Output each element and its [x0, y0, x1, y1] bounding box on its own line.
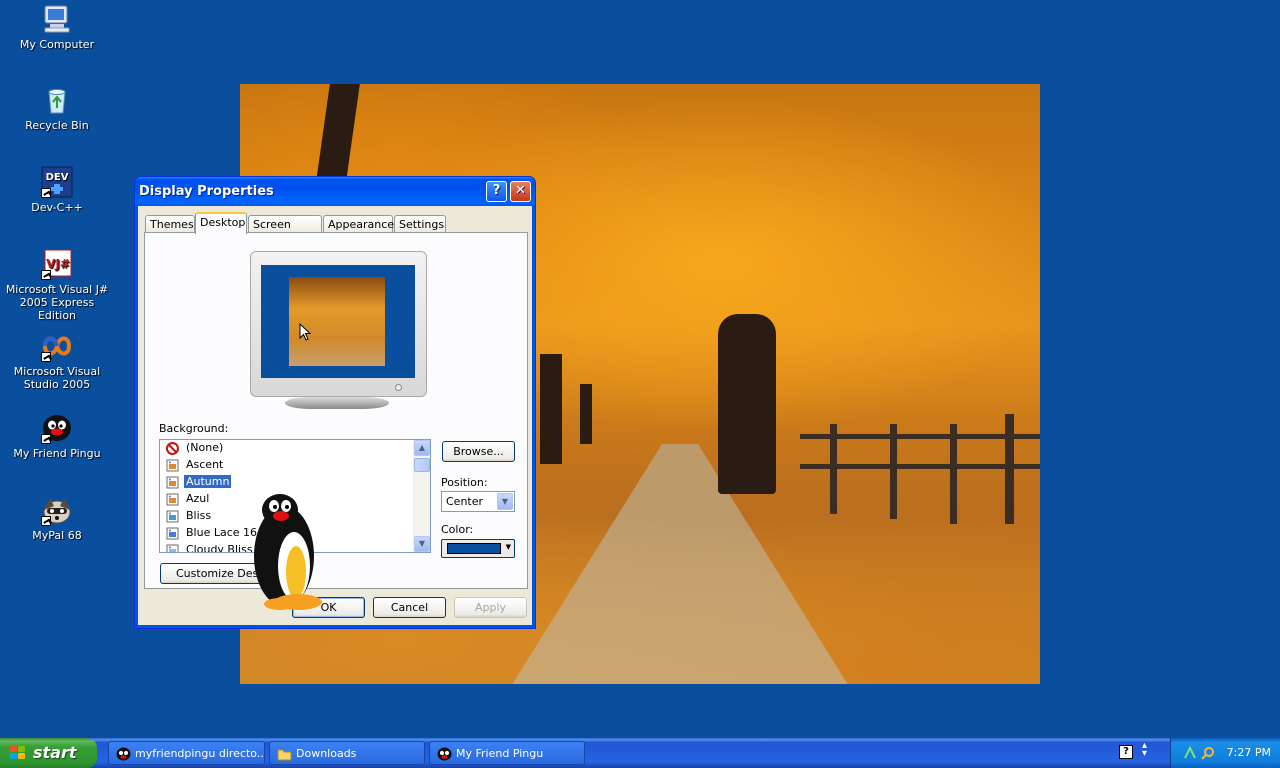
pingu-character-icon[interactable] — [250, 492, 324, 616]
taskbar-button-label: Downloads — [296, 747, 357, 760]
list-item-label: Azul — [186, 492, 210, 505]
cancel-button[interactable]: Cancel — [373, 597, 446, 618]
my-computer-icon — [41, 3, 73, 35]
close-button[interactable]: ✕ — [510, 181, 531, 202]
tab-desktop[interactable]: Desktop — [195, 212, 247, 234]
shortcut-arrow-icon — [41, 516, 51, 526]
position-select-value: Center — [446, 495, 484, 508]
image-file-icon — [166, 527, 179, 540]
folder-icon — [277, 749, 292, 761]
pingu-icon — [41, 412, 73, 444]
taskbar: start myfriendpingu directo... Downloads… — [0, 738, 1280, 768]
search-icon[interactable] — [1201, 746, 1215, 760]
monitor-stand — [285, 397, 389, 409]
listbox-scrollbar[interactable]: ▲ ▼ — [413, 440, 430, 552]
visual-jsharp-icon: VJ# — [41, 248, 73, 280]
desktop-icon-label: My Friend Pingu — [13, 447, 101, 460]
taskbar-button-label: myfriendpingu directo... — [135, 747, 265, 760]
list-item-label: (None) — [186, 441, 224, 454]
image-file-icon — [166, 510, 179, 523]
shortcut-arrow-icon — [41, 352, 51, 362]
monitor-preview-screen — [261, 265, 415, 378]
system-tray: 7:27 PM — [1170, 738, 1280, 768]
dialog-title-bar[interactable]: Display Properties ? ✕ — [135, 177, 535, 206]
taskbar-button-label: My Friend Pingu — [456, 747, 544, 760]
desktop-icon-label: My Computer — [19, 38, 95, 51]
list-item-label: Autumn — [182, 474, 233, 489]
list-item-label: Cloudy Bliss — [186, 543, 253, 553]
monitor-power-light — [395, 384, 402, 391]
visual-studio-icon — [41, 330, 73, 362]
none-icon — [166, 442, 179, 455]
position-label: Position: — [441, 476, 488, 489]
dialog-title: Display Properties — [139, 184, 274, 199]
windows-flag-icon — [10, 746, 26, 761]
desktop-icon-label: MyPal 68 — [32, 529, 82, 542]
pingu-small-icon — [437, 747, 452, 761]
list-item-label: Blue Lace 16 — [186, 526, 258, 539]
scroll-down-icon[interactable]: ▼ — [414, 536, 430, 552]
desktop-icon-label: Recycle Bin — [25, 119, 89, 132]
image-file-icon — [166, 476, 179, 489]
mypal-icon — [41, 494, 73, 526]
help-button[interactable]: ? — [486, 181, 507, 202]
shortcut-arrow-icon — [41, 188, 51, 198]
recycle-bin-icon — [41, 84, 73, 116]
taskbar-button-downloads[interactable]: Downloads — [269, 741, 425, 765]
help-tray-icon[interactable]: ? — [1119, 745, 1133, 759]
monitor-preview — [250, 251, 427, 397]
list-item-label: Bliss — [186, 509, 212, 522]
list-item[interactable]: Ascent — [160, 457, 430, 474]
start-label: start — [33, 743, 77, 762]
desktop-icon-visual-studio[interactable]: Microsoft Visual Studio 2005 — [2, 330, 112, 391]
desktop-icon-recycle-bin[interactable]: Recycle Bin — [2, 84, 112, 132]
clock[interactable]: 7:27 PM — [1227, 746, 1271, 759]
desktop-icon-visual-jsharp[interactable]: VJ# Microsoft Visual J# 2005 Express Edi… — [2, 248, 112, 322]
svg-text:DEV: DEV — [46, 172, 69, 183]
dev-cpp-icon: DEV — [41, 166, 73, 198]
scroll-up-icon[interactable]: ▲ — [414, 440, 430, 456]
desktop-icon-label: Microsoft Visual Studio 2005 — [13, 365, 101, 391]
color-swatch — [447, 543, 501, 554]
desktop-tab-panel: Background: (None) Ascent Autumn Azul Bl… — [144, 232, 528, 589]
pingu-small-icon — [116, 747, 131, 761]
wallpaper-preview-thumbnail — [289, 277, 385, 366]
list-item-label: Ascent — [186, 458, 224, 471]
apply-button[interactable]: Apply — [454, 597, 527, 618]
mouse-cursor-icon — [299, 323, 311, 341]
scrollbar-thumb[interactable] — [414, 458, 430, 472]
chevron-down-icon[interactable]: ▼ — [497, 493, 513, 510]
shortcut-arrow-icon — [41, 434, 51, 444]
browse-button[interactable]: Browse... — [442, 441, 515, 462]
color-picker-button[interactable]: ▼ — [441, 539, 515, 558]
display-properties-dialog: Display Properties ? ✕ Themes Desktop Sc… — [134, 176, 536, 629]
taskbar-button-myfriendpingu-directory[interactable]: myfriendpingu directo... — [108, 741, 265, 765]
dialog-body: Themes Desktop Screen Saver Appearance S… — [135, 206, 535, 628]
collapse-tray-icon[interactable]: ▴ ▾ — [1142, 741, 1147, 759]
shortcut-arrow-icon — [41, 270, 51, 280]
color-label: Color: — [441, 523, 474, 536]
start-button[interactable]: start — [0, 738, 97, 768]
desktop-icon-label: Dev-C++ — [31, 201, 83, 214]
desktop-icon-my-computer[interactable]: My Computer — [2, 3, 112, 51]
svg-text:VJ#: VJ# — [46, 257, 70, 271]
list-item[interactable]: (None) — [160, 440, 430, 457]
chevron-down-icon: ▼ — [505, 543, 511, 551]
image-file-icon — [166, 544, 179, 552]
position-select[interactable]: Center ▼ — [441, 491, 515, 512]
network-icon[interactable] — [1183, 746, 1197, 760]
list-item-selected[interactable]: Autumn — [160, 474, 430, 491]
taskbar-button-my-friend-pingu[interactable]: My Friend Pingu — [429, 741, 585, 765]
background-label: Background: — [159, 422, 229, 435]
desktop-icon-label: Microsoft Visual J# 2005 Express Edition — [5, 283, 109, 322]
desktop-icon-mypal[interactable]: MyPal 68 — [2, 494, 112, 542]
desktop-icon-my-friend-pingu[interactable]: My Friend Pingu — [2, 412, 112, 460]
desktop-icon-dev-cpp[interactable]: DEV Dev-C++ — [2, 166, 112, 214]
image-file-icon — [166, 493, 179, 506]
image-file-icon — [166, 459, 179, 472]
